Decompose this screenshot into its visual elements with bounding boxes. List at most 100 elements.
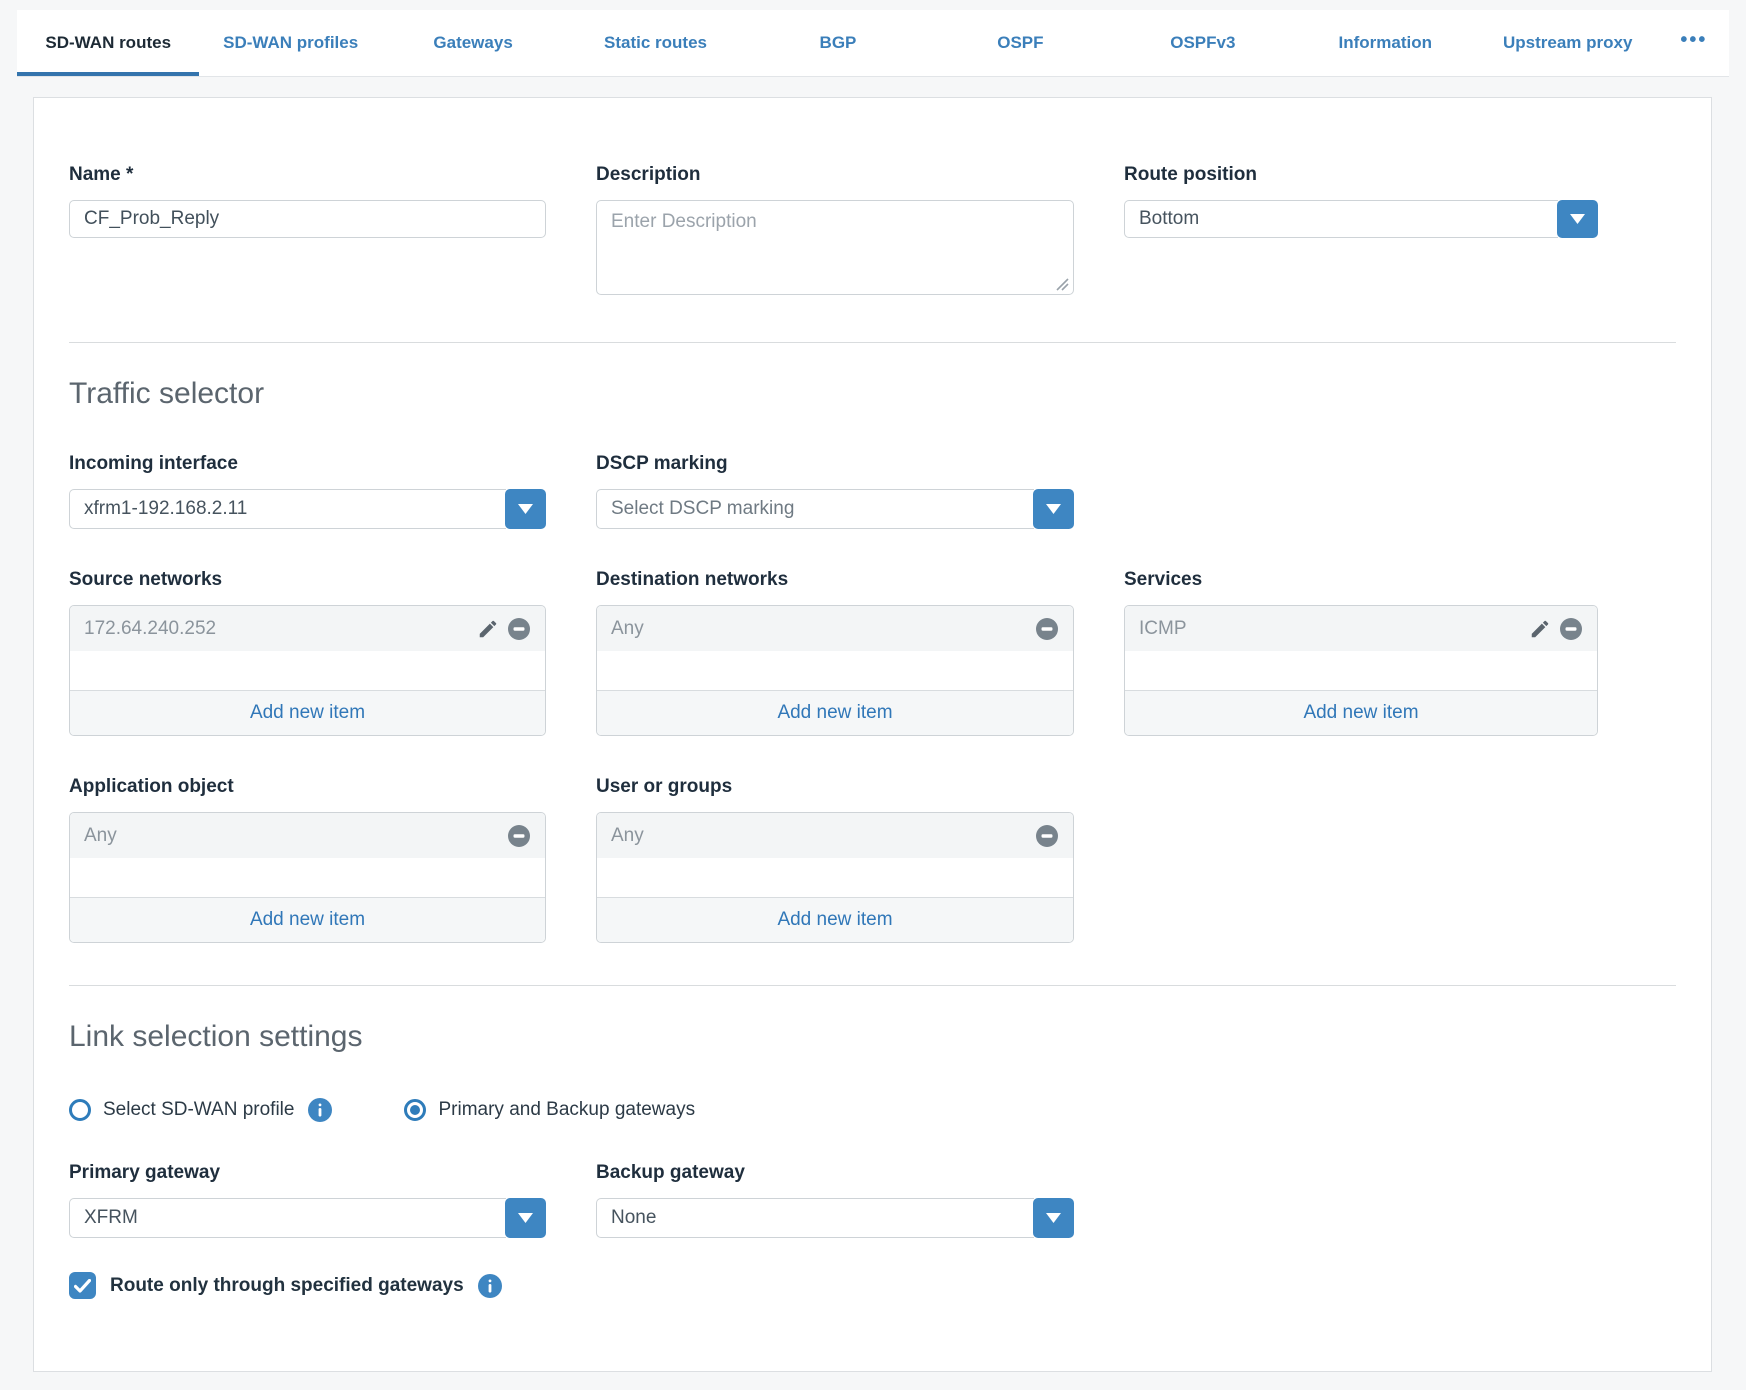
services-item: ICMP <box>1125 606 1597 651</box>
incoming-interface-caret-button[interactable] <box>505 489 546 529</box>
destination-networks-label: Destination networks <box>596 569 1074 591</box>
primary-gateway-select[interactable]: XFRM <box>69 1198 546 1238</box>
route-position-field-group: Route position Bottom <box>1124 164 1598 300</box>
user-or-groups-add-new-item-button[interactable]: Add new item <box>597 897 1073 942</box>
tab-bgp[interactable]: BGP <box>747 10 929 76</box>
source-networks-add-new-item-button[interactable]: Add new item <box>70 690 545 735</box>
backup-gateway-field-group: Backup gateway None <box>596 1162 1074 1238</box>
primary-gateway-field-group: Primary gateway XFRM <box>69 1162 546 1238</box>
backup-gateway-caret-button[interactable] <box>1033 1198 1074 1238</box>
name-input[interactable] <box>69 200 546 238</box>
tab-information[interactable]: Information <box>1294 10 1476 76</box>
destination-networks-add-new-item-button[interactable]: Add new item <box>597 690 1073 735</box>
listbox-empty-space <box>1125 651 1597 690</box>
description-field-group: Description <box>596 164 1074 300</box>
source-networks-field-group: Source networks 172.64.240.252 <box>69 569 546 736</box>
remove-item-icon[interactable] <box>1559 617 1583 641</box>
primary-gateway-label: Primary gateway <box>69 1162 546 1184</box>
route-position-select[interactable]: Bottom <box>1124 200 1598 238</box>
checkmark-icon <box>74 1279 91 1293</box>
source-networks-label: Source networks <box>69 569 546 591</box>
dscp-marking-caret-button[interactable] <box>1033 489 1074 529</box>
listbox-empty-space <box>70 858 545 897</box>
dscp-marking-field-group: DSCP marking Select DSCP marking <box>596 453 1074 529</box>
route-only-checkbox-label[interactable]: Route only through specified gateways <box>110 1275 464 1297</box>
route-position-value: Bottom <box>1124 200 1558 238</box>
incoming-interface-field-group: Incoming interface xfrm1-192.168.2.11 <box>69 453 546 529</box>
backup-gateway-label: Backup gateway <box>596 1162 1074 1184</box>
select-sd-wan-profile-radio-label[interactable]: Select SD-WAN profile <box>103 1099 294 1121</box>
name-field-group: Name * <box>69 164 546 300</box>
tab-ospf[interactable]: OSPF <box>929 10 1111 76</box>
section-divider <box>69 985 1676 986</box>
route-position-caret-button[interactable] <box>1557 200 1598 238</box>
tab-sd-wan-routes[interactable]: SD-WAN routes <box>17 10 199 76</box>
edit-pencil-icon[interactable] <box>1529 618 1551 640</box>
source-networks-item: 172.64.240.252 <box>70 606 545 651</box>
route-only-through-specified-gateways-checkbox[interactable] <box>69 1272 96 1299</box>
primary-and-backup-gateways-radio[interactable] <box>404 1099 426 1121</box>
tab-sd-wan-profiles[interactable]: SD-WAN profiles <box>199 10 381 76</box>
remove-item-icon[interactable] <box>507 617 531 641</box>
backup-gateway-select[interactable]: None <box>596 1198 1074 1238</box>
services-label: Services <box>1124 569 1598 591</box>
incoming-interface-label: Incoming interface <box>69 453 546 475</box>
name-label: Name * <box>69 164 546 186</box>
primary-and-backup-gateways-radio-label[interactable]: Primary and Backup gateways <box>438 1099 695 1121</box>
info-icon[interactable] <box>308 1098 332 1122</box>
listbox-empty-space <box>70 651 545 690</box>
primary-gateway-caret-button[interactable] <box>505 1198 546 1238</box>
destination-networks-listbox: Any Add new item <box>596 605 1074 736</box>
tab-upstream-proxy[interactable]: Upstream proxy <box>1477 10 1659 76</box>
user-or-groups-item: Any <box>597 813 1073 858</box>
more-tabs-icon[interactable]: ••• <box>1659 10 1729 76</box>
tab-gateways[interactable]: Gateways <box>382 10 564 76</box>
chevron-down-icon <box>518 1213 533 1223</box>
chevron-down-icon <box>1046 1213 1061 1223</box>
application-object-label: Application object <box>69 776 546 798</box>
info-icon[interactable] <box>478 1274 502 1298</box>
application-object-add-new-item-button[interactable]: Add new item <box>70 897 545 942</box>
services-item-text: ICMP <box>1139 618 1529 640</box>
source-networks-listbox: 172.64.240.252 Add new item <box>69 605 546 736</box>
route-position-label: Route position <box>1124 164 1598 186</box>
dscp-marking-value: Select DSCP marking <box>596 489 1034 529</box>
source-networks-item-text: 172.64.240.252 <box>84 618 477 640</box>
services-add-new-item-button[interactable]: Add new item <box>1125 690 1597 735</box>
primary-gateway-value: XFRM <box>69 1198 506 1238</box>
description-label: Description <box>596 164 1074 186</box>
user-or-groups-label: User or groups <box>596 776 1074 798</box>
chevron-down-icon <box>518 504 533 514</box>
incoming-interface-value: xfrm1-192.168.2.11 <box>69 489 506 529</box>
destination-networks-item-text: Any <box>611 618 1035 640</box>
traffic-selector-heading: Traffic selector <box>69 377 1676 411</box>
application-object-item-text: Any <box>84 825 507 847</box>
top-tab-bar: SD-WAN routes SD-WAN profiles Gateways S… <box>17 10 1729 77</box>
destination-networks-item: Any <box>597 606 1073 651</box>
services-listbox: ICMP Add new item <box>1124 605 1598 736</box>
user-or-groups-item-text: Any <box>611 825 1035 847</box>
user-or-groups-listbox: Any Add new item <box>596 812 1074 943</box>
services-field-group: Services ICMP Add new item <box>1124 569 1598 736</box>
tab-static-routes[interactable]: Static routes <box>564 10 746 76</box>
select-sd-wan-profile-radio[interactable] <box>69 1099 91 1121</box>
sd-wan-route-form-card: Name * Description Route position Bottom <box>33 97 1712 1372</box>
incoming-interface-select[interactable]: xfrm1-192.168.2.11 <box>69 489 546 529</box>
destination-networks-field-group: Destination networks Any Add new item <box>596 569 1074 736</box>
remove-item-icon[interactable] <box>507 824 531 848</box>
tab-ospfv3[interactable]: OSPFv3 <box>1112 10 1294 76</box>
remove-item-icon[interactable] <box>1035 617 1059 641</box>
backup-gateway-value: None <box>596 1198 1034 1238</box>
application-object-field-group: Application object Any Add new item <box>69 776 546 943</box>
section-divider <box>69 342 1676 343</box>
remove-item-icon[interactable] <box>1035 824 1059 848</box>
listbox-empty-space <box>597 651 1073 690</box>
edit-pencil-icon[interactable] <box>477 618 499 640</box>
listbox-empty-space <box>597 858 1073 897</box>
application-object-item: Any <box>70 813 545 858</box>
description-textarea[interactable] <box>596 200 1074 295</box>
chevron-down-icon <box>1046 504 1061 514</box>
link-selection-settings-heading: Link selection settings <box>69 1020 1676 1054</box>
dscp-marking-select[interactable]: Select DSCP marking <box>596 489 1074 529</box>
application-object-listbox: Any Add new item <box>69 812 546 943</box>
